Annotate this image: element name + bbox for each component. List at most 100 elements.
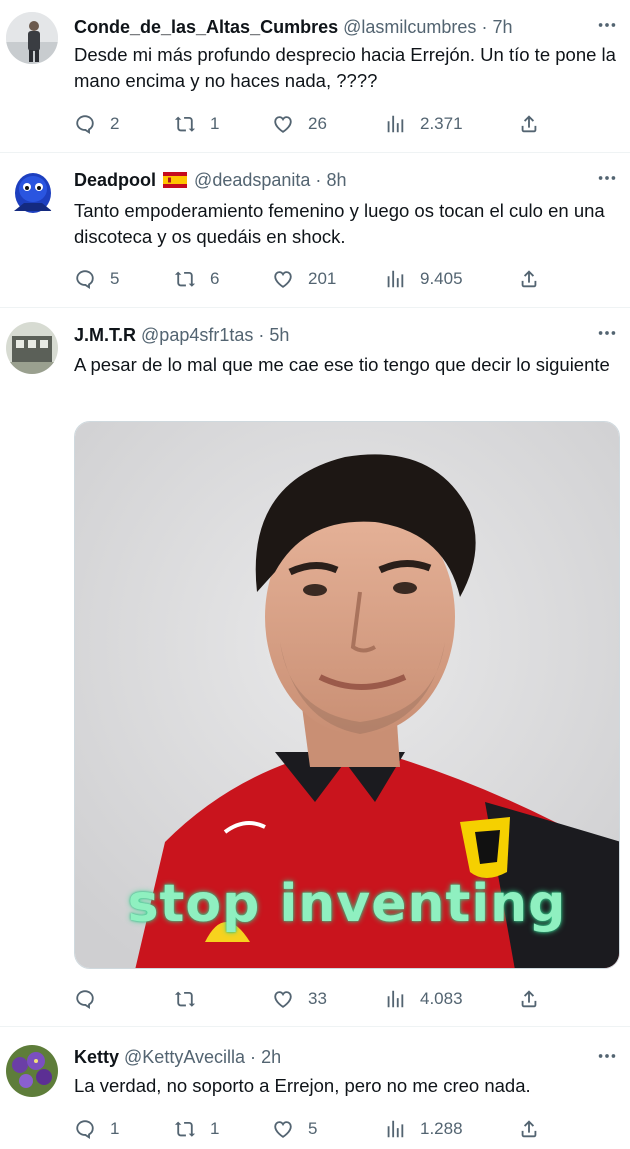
avatar-image <box>6 12 58 64</box>
display-name[interactable]: Conde_de_las_Altas_Cumbres <box>74 17 338 37</box>
views-icon <box>384 268 406 290</box>
user-handle[interactable]: @lasmilcumbres <box>343 17 476 37</box>
separator-dot: · <box>315 170 322 190</box>
views-button[interactable]: 2.371 <box>384 110 463 138</box>
timestamp[interactable]: 7h <box>492 17 512 37</box>
retweet-button[interactable]: 1 <box>174 1115 219 1143</box>
more-icon[interactable] <box>594 14 620 36</box>
reply-count: 5 <box>110 269 120 288</box>
action-bar: 1 1 5 1.288 <box>74 1115 554 1143</box>
separator-dot: · <box>258 325 265 345</box>
timestamp[interactable]: 8h <box>326 170 346 190</box>
timestamp[interactable]: 2h <box>261 1047 281 1067</box>
avatar-image <box>6 322 58 374</box>
like-button[interactable]: 5 <box>272 1115 317 1143</box>
views-icon <box>384 113 406 135</box>
avatar-image <box>6 1045 58 1097</box>
views-icon <box>384 1118 406 1140</box>
reply-count: 1 <box>110 1119 120 1138</box>
reply-icon <box>74 988 96 1010</box>
tweet-text: La verdad, no soporto a Errejon, pero no… <box>74 1075 531 1096</box>
more-icon[interactable] <box>594 167 620 189</box>
retweet-icon <box>174 268 196 290</box>
tweet-header: Conde_de_las_Altas_Cumbres @lasmilcumbre… <box>74 16 580 38</box>
more-icon[interactable] <box>594 322 620 344</box>
action-bar: 33 4.083 <box>74 985 554 1013</box>
reply-button[interactable]: 1 <box>74 1115 119 1143</box>
view-count: 4.083 <box>420 989 463 1008</box>
tweet[interactable]: Ketty @KettyAvecilla · 2h La verdad, no … <box>0 1027 630 1149</box>
reply-icon <box>74 113 96 135</box>
like-button[interactable]: 33 <box>272 985 327 1013</box>
tweet-text: Tanto empoderamiento femenino y luego os… <box>74 200 605 247</box>
like-count: 5 <box>308 1119 318 1138</box>
tweet-header: Deadpool @deadspanita · 8h <box>74 169 580 191</box>
reply-button[interactable]: 5 <box>74 265 119 293</box>
avatar[interactable] <box>6 167 58 219</box>
views-button[interactable]: 9.405 <box>384 265 463 293</box>
like-count: 33 <box>308 989 327 1008</box>
share-button[interactable] <box>518 110 540 138</box>
display-name[interactable]: J.M.T.R <box>74 325 136 345</box>
retweet-button[interactable]: 1 <box>174 110 219 138</box>
like-count: 26 <box>308 114 327 133</box>
reply-icon <box>74 268 96 290</box>
display-name[interactable]: Ketty <box>74 1047 119 1067</box>
reply-icon <box>74 1118 96 1140</box>
avatar[interactable] <box>6 12 58 64</box>
action-bar: 2 1 26 2.371 <box>74 110 554 138</box>
share-button[interactable] <box>518 985 540 1013</box>
share-icon <box>518 268 540 290</box>
like-icon <box>272 268 294 290</box>
retweet-count: 1 <box>210 1119 220 1138</box>
separator-dot: · <box>481 17 488 37</box>
view-count: 1.288 <box>420 1119 463 1138</box>
share-icon <box>518 1118 540 1140</box>
image-caption: stop inventing <box>127 874 567 934</box>
avatar[interactable] <box>6 1045 58 1097</box>
views-icon <box>384 988 406 1010</box>
action-bar: 5 6 201 9.405 <box>74 265 554 293</box>
like-icon <box>272 113 294 135</box>
user-handle[interactable]: @pap4sfr1tas <box>141 325 253 345</box>
display-name[interactable]: Deadpool <box>74 170 156 190</box>
separator-dot: · <box>250 1047 257 1067</box>
spain-flag-icon <box>163 172 188 188</box>
share-button[interactable] <box>518 1115 540 1143</box>
tweet-header: J.M.T.R @pap4sfr1tas · 5h <box>74 324 580 346</box>
like-button[interactable]: 26 <box>272 110 327 138</box>
views-button[interactable]: 1.288 <box>384 1115 463 1143</box>
retweet-icon <box>174 1118 196 1140</box>
view-count: 2.371 <box>420 114 463 133</box>
tweet-header: Ketty @KettyAvecilla · 2h <box>74 1046 580 1068</box>
like-icon <box>272 1118 294 1140</box>
like-count: 201 <box>308 269 337 288</box>
retweet-button[interactable]: 6 <box>174 265 219 293</box>
retweet-icon <box>174 988 196 1010</box>
tweet[interactable]: Conde_de_las_Altas_Cumbres @lasmilcumbre… <box>0 0 630 153</box>
tweet-text: A pesar de lo mal que me cae ese tio ten… <box>74 354 610 375</box>
retweet-count: 1 <box>210 114 220 133</box>
share-icon <box>518 988 540 1010</box>
reply-count: 2 <box>110 114 120 133</box>
tweet[interactable]: Deadpool @deadspanita · 8h Tanto empoder… <box>0 153 630 308</box>
view-count: 9.405 <box>420 269 463 288</box>
timestamp[interactable]: 5h <box>269 325 289 345</box>
views-button[interactable]: 4.083 <box>384 985 463 1013</box>
retweet-count: 6 <box>210 269 220 288</box>
reply-button[interactable] <box>74 985 110 1013</box>
reply-button[interactable]: 2 <box>74 110 119 138</box>
tweet-text: Desde mi más profundo desprecio hacia Er… <box>74 44 616 91</box>
retweet-button[interactable] <box>174 985 210 1013</box>
share-button[interactable] <box>518 265 540 293</box>
tweet-media[interactable]: stop inventing <box>74 421 620 969</box>
avatar-image <box>6 167 58 219</box>
user-handle[interactable]: @KettyAvecilla <box>124 1047 245 1067</box>
retweet-icon <box>174 113 196 135</box>
like-button[interactable]: 201 <box>272 265 336 293</box>
avatar[interactable] <box>6 322 58 374</box>
like-icon <box>272 988 294 1010</box>
more-icon[interactable] <box>594 1045 620 1067</box>
share-icon <box>518 113 540 135</box>
user-handle[interactable]: @deadspanita <box>194 170 310 190</box>
